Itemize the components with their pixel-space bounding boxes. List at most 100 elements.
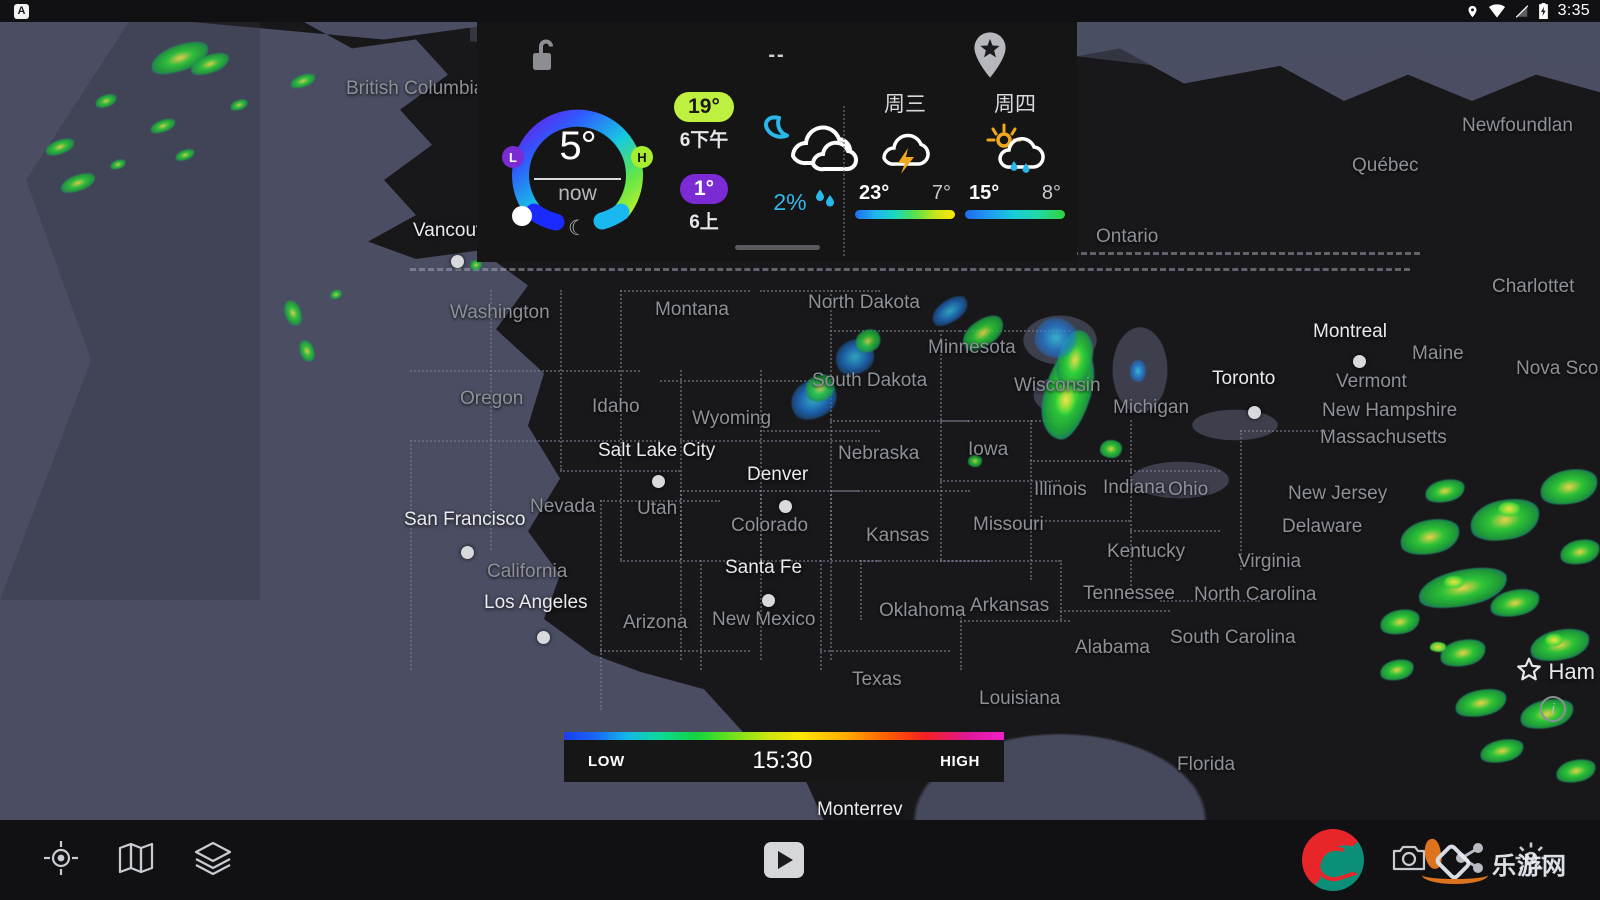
state-label: Iowa	[968, 439, 1009, 460]
low-temp-time: 6上	[689, 212, 719, 233]
star-pin-icon[interactable]	[973, 32, 1007, 83]
map-border	[1130, 420, 1132, 590]
gauge-high-marker: H	[631, 146, 653, 168]
state-label: Arizona	[623, 612, 688, 633]
radar-echo	[281, 298, 305, 328]
map-border	[820, 560, 822, 670]
map-border	[1030, 460, 1130, 462]
map-border	[600, 500, 602, 650]
info-icon[interactable]: i	[1540, 696, 1566, 722]
forecast-temp-bar	[965, 210, 1065, 219]
weather-overlay-panel[interactable]: -- 5° now L H ☾ 19° 6下午 1° 6上 2% 周三 23° …	[477, 22, 1077, 262]
city-dot	[1248, 406, 1261, 419]
gauge-time-knob[interactable]	[512, 206, 532, 226]
map-border	[830, 490, 970, 492]
radar-echo	[1130, 360, 1146, 382]
map-border	[940, 560, 1060, 562]
state-label: Nebraska	[838, 443, 920, 464]
state-label: New Jersey	[1288, 483, 1388, 504]
state-label: Missouri	[973, 514, 1044, 535]
state-label: Florida	[1177, 754, 1236, 775]
map-border	[1130, 530, 1220, 532]
map-border	[410, 370, 640, 372]
layers-icon[interactable]	[194, 841, 232, 880]
map-border	[490, 440, 492, 550]
city-label: Toronto	[1212, 368, 1276, 389]
precipitation-chance: 2%	[740, 187, 870, 217]
radar-echo	[328, 288, 344, 301]
state-label: Louisiana	[979, 688, 1061, 709]
gauge-low-marker: L	[502, 146, 524, 168]
app-badge-icon: A	[14, 3, 29, 19]
watermark-logo-icon	[1418, 835, 1492, 891]
state-label: Vermont	[1336, 371, 1407, 392]
intensity-gradient-bar	[564, 732, 1004, 740]
radar-echo	[1430, 642, 1446, 652]
gauge-divider	[534, 178, 621, 180]
timeline-time: 15:30	[752, 747, 813, 774]
radar-timeline[interactable]: LOW 15:30 HIGH	[564, 732, 1004, 782]
radar-echo	[296, 338, 318, 364]
map-border	[600, 650, 750, 652]
map-border	[1030, 520, 1130, 522]
star-outline-icon	[1516, 656, 1542, 687]
map-border	[620, 290, 750, 292]
city-dot	[652, 475, 665, 488]
city-label: Salt Lake City	[598, 440, 716, 461]
state-label: Charlottet	[1492, 276, 1575, 297]
state-label: Virginia	[1238, 551, 1302, 572]
wifi-icon	[1488, 4, 1506, 18]
forecast-day[interactable]: 周四 15° 8°	[965, 88, 1065, 219]
state-label: Michigan	[1113, 397, 1190, 418]
radar-echo	[1100, 440, 1122, 458]
city-label: San Francisco	[404, 509, 526, 530]
radar-echo	[1498, 502, 1520, 516]
state-label: Utah	[637, 498, 678, 519]
state-label: Oklahoma	[879, 600, 966, 621]
state-label: Oregon	[460, 388, 524, 409]
play-button[interactable]	[764, 842, 804, 878]
brand-logo-icon[interactable]	[1302, 829, 1364, 891]
city-label: Los Angeles	[484, 592, 588, 613]
forecast-list: 周三 23° 7° 周四 15° 8°	[843, 88, 1065, 256]
map-border	[1130, 470, 1220, 472]
radar-echo	[1545, 634, 1563, 646]
map-border	[1240, 430, 1330, 432]
favorite-place-marker[interactable]: Ham	[1516, 656, 1595, 687]
watermark-text: 乐游网	[1492, 852, 1567, 880]
forecast-day[interactable]: 周三 23° 7°	[855, 88, 955, 219]
forecast-day-name: 周三	[884, 93, 926, 116]
map-border	[860, 560, 862, 620]
state-label: Wyoming	[692, 408, 772, 429]
map-icon[interactable]	[118, 842, 154, 879]
map-border	[620, 290, 622, 560]
state-label: Wisconsin	[1014, 375, 1101, 396]
radar-echo	[288, 70, 318, 92]
legend-high-label: HIGH	[940, 752, 980, 770]
panel-scroll-indicator[interactable]	[735, 245, 820, 250]
state-label: Tennessee	[1083, 583, 1175, 604]
map-border	[1240, 430, 1242, 570]
state-label: South Dakota	[812, 370, 928, 391]
state-label: Indiana	[1103, 477, 1166, 498]
state-label: New Hampshire	[1322, 400, 1458, 421]
state-label: Ontario	[1096, 226, 1159, 247]
signal-off-icon	[1515, 4, 1529, 19]
state-label: Maine	[1412, 343, 1464, 364]
my-location-icon[interactable]	[44, 840, 78, 880]
state-label: Minnesota	[928, 337, 1016, 358]
temperature-gauge[interactable]: 5° now L H ☾	[502, 94, 653, 240]
state-label: Kentucky	[1107, 541, 1186, 562]
clock: 3:35	[1557, 2, 1590, 19]
city-dot	[537, 631, 550, 644]
national-border	[410, 268, 1410, 271]
map-border	[960, 620, 1070, 622]
low-temp-badge: 1°	[679, 174, 729, 204]
state-label: Washington	[450, 302, 550, 323]
legend-low-label: LOW	[588, 752, 625, 770]
state-label: North Dakota	[808, 292, 920, 313]
radar-echo	[1444, 576, 1464, 588]
high-temp-badge: 19°	[674, 92, 734, 122]
state-label: North Carolina	[1194, 584, 1317, 605]
map-border	[1060, 560, 1062, 620]
